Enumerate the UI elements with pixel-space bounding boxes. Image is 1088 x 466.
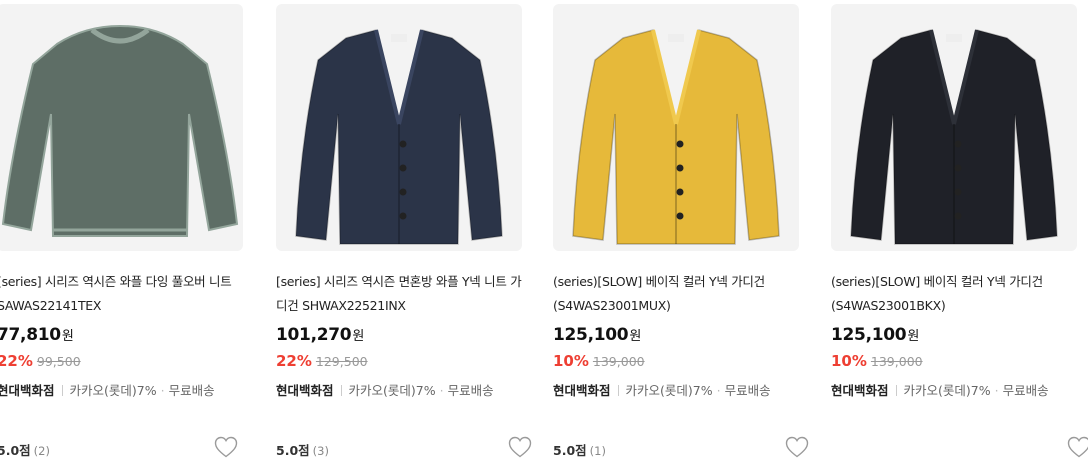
store-name: 현대백화점	[553, 383, 611, 398]
product-title[interactable]: (series)[SLOW] 베이직 컬러 Y넥 가디건(S4WAS23001B…	[831, 270, 1077, 318]
original-price: 129,500	[315, 354, 368, 369]
heart-outline-icon[interactable]	[508, 436, 532, 458]
discount-info: 22% 99,500	[0, 352, 81, 370]
seller-info: 현대백화점 카카오(롯데)7% · 무료배송	[0, 380, 215, 399]
discount-rate: 22%	[0, 352, 33, 370]
divider	[895, 385, 897, 396]
rating: 5.0점 (2)	[0, 440, 50, 459]
original-price: 139,000	[592, 354, 645, 369]
store-name: 현대백화점	[0, 383, 55, 398]
product-title[interactable]: [series] 시리즈 역시즌 면혼방 와플 Y넥 니트 가디건 SHWAX2…	[276, 270, 522, 318]
store-name: 현대백화점	[276, 383, 334, 398]
original-price: 139,000	[870, 354, 923, 369]
product-card-3[interactable]: (series)[SLOW] 베이직 컬러 Y넥 가디건(S4WAS23001M…	[553, 0, 809, 466]
price-currency: 원	[61, 329, 74, 344]
product-image[interactable]	[553, 4, 799, 251]
product-image[interactable]	[831, 4, 1077, 251]
shipping-info: 무료배송	[1002, 383, 1049, 398]
rating-score: 5.0점	[276, 443, 310, 458]
bullet-separator: ·	[439, 383, 444, 398]
bullet-separator: ·	[160, 383, 165, 398]
price-value: 101,270	[276, 325, 352, 345]
price-currency: 원	[629, 329, 642, 344]
card-benefit: 카카오(롯데)7%	[69, 383, 157, 398]
divider	[61, 385, 63, 396]
sale-price: 125,100원	[831, 325, 919, 345]
sale-price: 125,100원	[553, 325, 641, 345]
product-title[interactable]: (series)[SLOW] 베이직 컬러 Y넥 가디건(S4WAS23001M…	[553, 270, 799, 318]
rating-score: 5.0점	[0, 443, 31, 458]
review-count: (3)	[312, 444, 329, 458]
product-image[interactable]	[276, 4, 522, 251]
discount-rate: 10%	[831, 352, 867, 370]
price-value: 77,810	[0, 325, 61, 345]
price-value: 125,100	[553, 325, 629, 345]
review-count: (2)	[33, 444, 50, 458]
rating: 5.0점 (1)	[553, 440, 606, 459]
seller-info: 현대백화점 카카오(롯데)7% · 무료배송	[276, 380, 494, 399]
product-image[interactable]	[0, 4, 243, 251]
heart-outline-icon[interactable]	[1067, 436, 1088, 458]
product-card-4[interactable]: (series)[SLOW] 베이직 컬러 Y넥 가디건(S4WAS23001B…	[831, 0, 1088, 466]
original-price: 99,500	[36, 354, 81, 369]
divider	[617, 385, 619, 396]
product-card-2[interactable]: [series] 시리즈 역시즌 면혼방 와플 Y넥 니트 가디건 SHWAX2…	[276, 0, 532, 466]
product-card-1[interactable]: [series] 시리즈 역시즌 와플 다잉 풀오버 니트 SAWAS22141…	[0, 0, 247, 466]
review-count: (1)	[589, 444, 606, 458]
card-benefit: 카카오(롯데)7%	[348, 383, 436, 398]
discount-info: 10% 139,000	[831, 352, 923, 370]
divider	[340, 385, 342, 396]
rating-score: 5.0점	[553, 443, 587, 458]
shipping-info: 무료배송	[724, 383, 771, 398]
discount-rate: 22%	[276, 352, 312, 370]
card-benefit: 카카오(롯데)7%	[625, 383, 713, 398]
heart-outline-icon[interactable]	[785, 436, 809, 458]
discount-info: 22% 129,500	[276, 352, 368, 370]
price-currency: 원	[907, 329, 920, 344]
bullet-separator: ·	[994, 383, 999, 398]
discount-info: 10% 139,000	[553, 352, 645, 370]
rating: 5.0점 (3)	[276, 440, 329, 459]
shipping-info: 무료배송	[447, 383, 494, 398]
sale-price: 101,270원	[276, 325, 364, 345]
rating	[831, 440, 834, 455]
product-title[interactable]: [series] 시리즈 역시즌 와플 다잉 풀오버 니트 SAWAS22141…	[0, 270, 243, 318]
card-benefit: 카카오(롯데)7%	[903, 383, 991, 398]
sale-price: 77,810원	[0, 325, 74, 345]
seller-info: 현대백화점 카카오(롯데)7% · 무료배송	[553, 380, 771, 399]
price-value: 125,100	[831, 325, 907, 345]
heart-outline-icon[interactable]	[214, 436, 238, 458]
price-currency: 원	[352, 329, 365, 344]
bullet-separator: ·	[716, 383, 721, 398]
discount-rate: 10%	[553, 352, 589, 370]
seller-info: 현대백화점 카카오(롯데)7% · 무료배송	[831, 380, 1049, 399]
shipping-info: 무료배송	[168, 383, 215, 398]
store-name: 현대백화점	[831, 383, 889, 398]
